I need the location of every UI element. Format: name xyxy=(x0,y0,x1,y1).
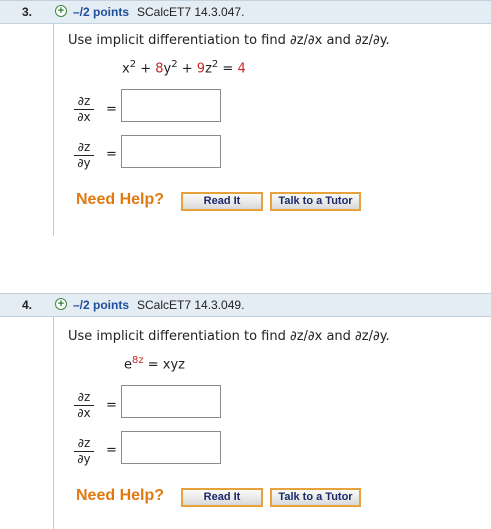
answer-dz-dy-input[interactable] xyxy=(121,431,221,464)
question-header: 4. + –/2 points SCalcET7 14.3.049. xyxy=(0,293,491,317)
question-body: Use implicit differentiation to find ∂z/… xyxy=(53,23,491,236)
answer-dz-dx-input[interactable] xyxy=(121,385,221,418)
equation: x2 + 8y2 + 9z2 = 4 xyxy=(122,59,246,77)
equals-sign: = xyxy=(106,398,117,413)
need-help-label: Need Help? xyxy=(76,191,165,208)
equals-sign: = xyxy=(106,102,117,117)
question-number: 3. xyxy=(22,5,33,19)
talk-to-tutor-button[interactable]: Talk to a Tutor xyxy=(270,488,361,507)
points-label: –/2 points xyxy=(73,5,130,19)
read-it-button[interactable]: Read It xyxy=(181,192,263,211)
answer-dz-dx-input[interactable] xyxy=(121,89,221,122)
question-reference: SCalcET7 14.3.047. xyxy=(137,5,245,19)
talk-to-tutor-button[interactable]: Talk to a Tutor xyxy=(270,192,361,211)
question-body: Use implicit differentiation to find ∂z/… xyxy=(53,316,491,529)
answer-dz-dy-input[interactable] xyxy=(121,135,221,168)
partial-y-fraction: ∂z ∂y xyxy=(74,437,94,466)
partial-x-fraction: ∂z ∂x xyxy=(74,95,94,124)
question-prompt: Use implicit differentiation to find ∂z/… xyxy=(68,329,390,344)
equals-sign: = xyxy=(106,147,117,162)
need-help-label: Need Help? xyxy=(76,487,165,504)
question-header: 3. + –/2 points SCalcET7 14.3.047. xyxy=(0,0,491,24)
partial-x-fraction: ∂z ∂x xyxy=(74,391,94,420)
plus-circle-icon[interactable]: + xyxy=(55,5,67,17)
question-number: 4. xyxy=(22,298,33,312)
question-prompt: Use implicit differentiation to find ∂z/… xyxy=(68,33,390,48)
question-reference: SCalcET7 14.3.049. xyxy=(137,298,245,312)
plus-circle-icon[interactable]: + xyxy=(55,298,67,310)
equation: e8z = xyz xyxy=(124,355,185,373)
points-label: –/2 points xyxy=(73,298,130,312)
partial-y-fraction: ∂z ∂y xyxy=(74,141,94,170)
read-it-button[interactable]: Read It xyxy=(181,488,263,507)
equals-sign: = xyxy=(106,443,117,458)
